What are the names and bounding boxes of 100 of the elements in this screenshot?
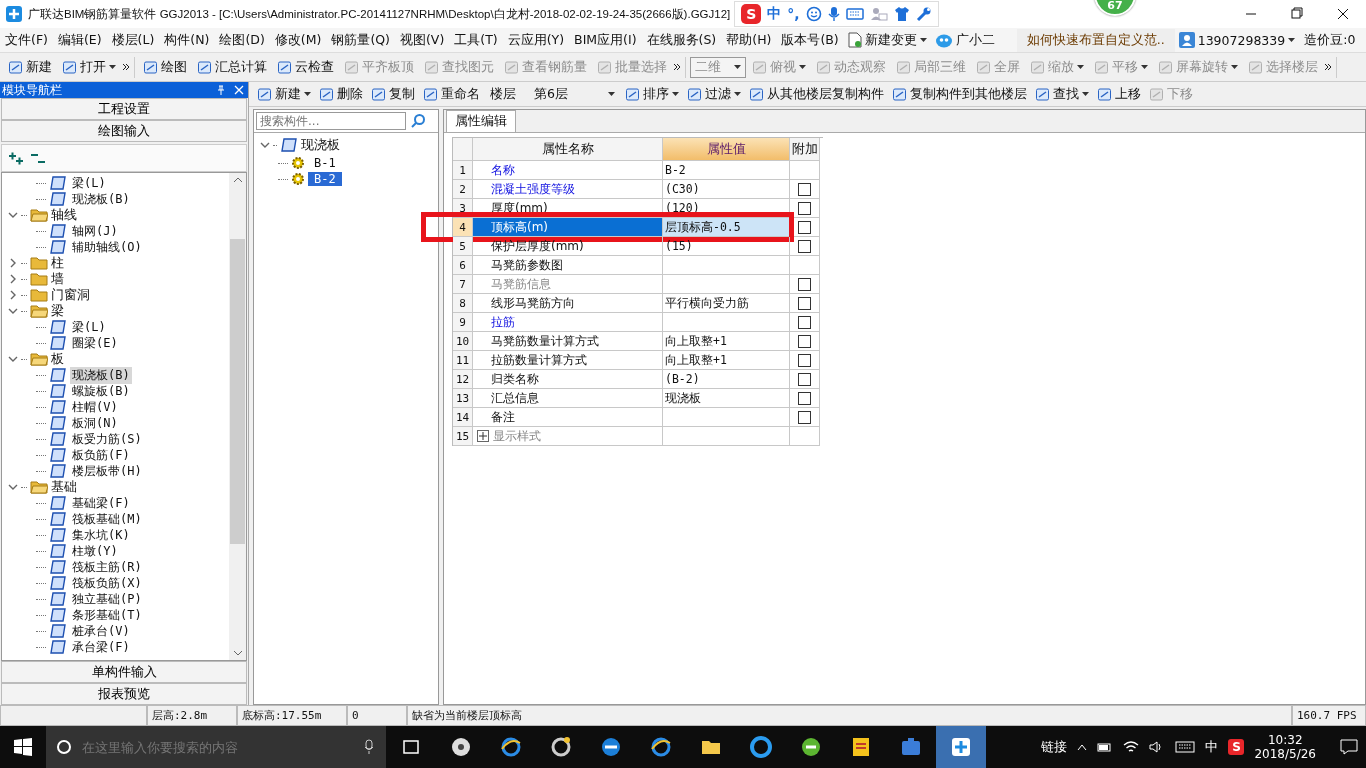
- chevron-up-icon[interactable]: [1077, 743, 1088, 751]
- overflow-icon[interactable]: [673, 63, 681, 71]
- property-value[interactable]: (B-2): [663, 370, 790, 389]
- notification-icon[interactable]: [1340, 739, 1358, 755]
- battery-icon[interactable]: [1097, 742, 1114, 752]
- keyboard-icon[interactable]: [845, 7, 864, 21]
- folder-item[interactable]: 基础: [51, 478, 77, 496]
- collapse-all-icon[interactable]: [30, 151, 46, 165]
- tree-item[interactable]: 螺旋板(B): [70, 382, 132, 400]
- menu-item[interactable]: 绘图(D): [214, 31, 270, 49]
- expand-all-icon[interactable]: [8, 151, 24, 165]
- property-value[interactable]: 平行横向受力筋: [663, 294, 790, 313]
- component-item[interactable]: B-2: [308, 172, 342, 186]
- tree-item[interactable]: 筏板主筋(R): [70, 558, 144, 576]
- tree-item[interactable]: 柱帽(V): [70, 398, 120, 416]
- tree-item[interactable]: 现浇板(B): [70, 190, 132, 208]
- property-value[interactable]: (C30): [663, 180, 790, 199]
- tree-item[interactable]: 梁(L): [70, 174, 108, 192]
- tree-item[interactable]: 轴网(J): [70, 222, 120, 240]
- checkbox[interactable]: [798, 182, 811, 196]
- tree-item[interactable]: 现浇板(B): [70, 366, 132, 384]
- folder-item[interactable]: 现浇板: [301, 136, 340, 154]
- assistant-button[interactable]: 广小二: [930, 29, 999, 51]
- folder-item[interactable]: 柱: [51, 254, 64, 272]
- ime-indicator[interactable]: 中: [1205, 738, 1219, 756]
- nav-section-button[interactable]: 工程设置: [1, 98, 247, 120]
- scrollbar[interactable]: [229, 173, 246, 660]
- toolbar-button[interactable]: 复制: [367, 83, 419, 105]
- ime-logo[interactable]: S: [741, 4, 762, 24]
- tree-item[interactable]: 板洞(N): [70, 414, 120, 432]
- new-change-button[interactable]: 新建变更: [843, 29, 931, 51]
- microphone-icon[interactable]: [364, 739, 374, 755]
- properties-tab[interactable]: 属性编辑: [446, 110, 516, 132]
- menu-item[interactable]: 工具(T): [449, 31, 503, 49]
- folder-item[interactable]: 墙: [51, 270, 64, 288]
- wrench-icon[interactable]: [915, 6, 932, 22]
- checkbox[interactable]: [798, 372, 811, 386]
- toolbar-button[interactable]: 打开: [58, 56, 120, 78]
- menu-item[interactable]: 修改(M): [269, 31, 327, 49]
- toolbar-button[interactable]: 过滤: [682, 83, 745, 105]
- toolbar-button[interactable]: 汇总计算: [193, 56, 271, 78]
- menu-item[interactable]: 云应用(Y): [502, 31, 570, 49]
- nav-section-button[interactable]: 单构件输入: [1, 661, 247, 683]
- tree-item[interactable]: 圈梁(E): [70, 334, 120, 352]
- checkbox[interactable]: [798, 334, 811, 348]
- menu-item[interactable]: 钢筋量(Q): [326, 31, 395, 49]
- floor-select[interactable]: 第6层: [534, 85, 615, 103]
- property-value[interactable]: B-2: [663, 161, 790, 180]
- checkbox[interactable]: [798, 296, 811, 310]
- property-value[interactable]: 层顶标高-0.5: [663, 218, 790, 237]
- component-item[interactable]: B-1: [308, 156, 342, 170]
- search-icon[interactable]: [410, 113, 426, 129]
- folder-item[interactable]: 门窗洞: [51, 286, 90, 304]
- table-cell[interactable]: [663, 313, 790, 332]
- microphone-icon[interactable]: [827, 6, 840, 22]
- folder-item[interactable]: 板: [51, 350, 64, 368]
- toolbar-button[interactable]: 复制构件到其他楼层: [887, 83, 1031, 105]
- taskbar-search-field[interactable]: 在这里输入你要搜索的内容: [46, 726, 386, 768]
- tree-item[interactable]: 桩承台(V): [70, 622, 132, 640]
- checkbox[interactable]: [798, 391, 811, 405]
- menu-item[interactable]: 楼层(L): [106, 31, 160, 49]
- toolbar-button[interactable]: 新建: [4, 56, 56, 78]
- property-value[interactable]: 向上取整+1: [663, 332, 790, 351]
- toolbar-button[interactable]: 查找: [1030, 83, 1093, 105]
- checkbox[interactable]: [798, 410, 811, 424]
- tree-item[interactable]: 板受力筋(S): [70, 430, 144, 448]
- tree-item[interactable]: 独立基础(P): [70, 590, 144, 608]
- checkbox[interactable]: [798, 315, 811, 329]
- ime-logo[interactable]: S: [1228, 739, 1245, 755]
- checkbox[interactable]: [798, 201, 811, 215]
- tree-item[interactable]: 基础梁(F): [70, 494, 132, 512]
- menu-item[interactable]: 帮助(H): [721, 31, 777, 49]
- tree-item[interactable]: 楼层板带(H): [70, 462, 144, 480]
- toolbar-button[interactable]: 删除: [315, 83, 367, 105]
- tree-item[interactable]: 承台梁(F): [70, 638, 132, 656]
- toolbar-button[interactable]: 重命名: [419, 83, 484, 105]
- menu-item[interactable]: 文件(F): [0, 31, 53, 49]
- property-value[interactable]: 现浇板: [663, 389, 790, 408]
- menu-item[interactable]: 编辑(E): [52, 31, 107, 49]
- overflow-icon[interactable]: [1324, 63, 1332, 71]
- tree-item[interactable]: 辅助轴线(O): [70, 238, 144, 256]
- menu-item[interactable]: 构件(N): [159, 31, 215, 49]
- search-field[interactable]: 搜索构件...: [256, 112, 406, 130]
- chevron-down-icon[interactable]: [8, 482, 18, 492]
- table-cell[interactable]: [663, 275, 790, 294]
- tree-item[interactable]: 筏板基础(M): [70, 510, 144, 528]
- tree-item[interactable]: 筏板负筋(X): [70, 574, 144, 592]
- punctuation-button[interactable]: °,: [787, 6, 800, 22]
- tray-label[interactable]: 链接: [1041, 738, 1068, 756]
- tree-item[interactable]: 柱墩(Y): [70, 542, 120, 560]
- table-cell[interactable]: [663, 408, 790, 427]
- start-icon[interactable]: [14, 738, 32, 756]
- shirt-icon[interactable]: [893, 6, 910, 22]
- toolbar-button[interactable]: 上移: [1092, 83, 1145, 105]
- menu-item[interactable]: 版本号(B): [776, 31, 844, 49]
- folder-item[interactable]: 梁: [51, 302, 64, 320]
- tree-item[interactable]: 板负筋(F): [70, 446, 132, 464]
- checkbox[interactable]: [798, 353, 811, 367]
- ime-mode-button[interactable]: 中: [767, 5, 782, 23]
- chevron-down-icon[interactable]: [8, 210, 18, 220]
